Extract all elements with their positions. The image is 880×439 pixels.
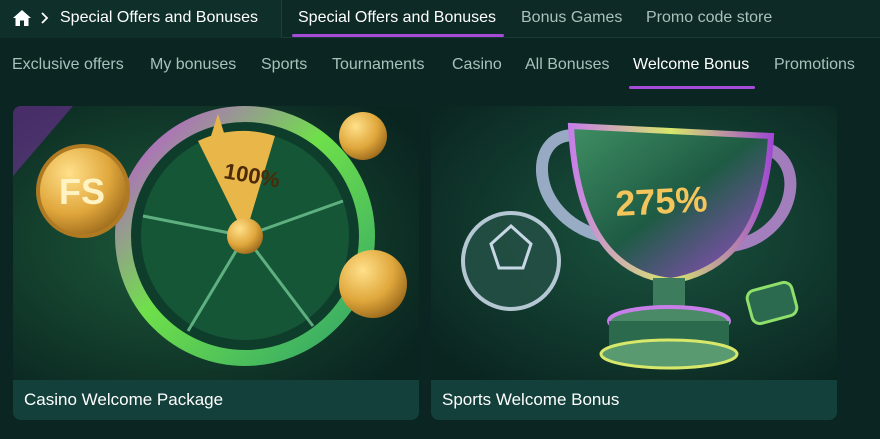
sports-trophy-illustration: 275% xyxy=(431,106,837,380)
bonus-card-casino[interactable]: 100% FS Casino Welcome Package xyxy=(13,106,419,420)
tab-exclusive-offers[interactable]: Exclusive offers xyxy=(12,56,124,74)
chevron-right-icon xyxy=(41,12,49,24)
breadcrumb: Special Offers and Bonuses xyxy=(0,0,282,38)
home-icon[interactable] xyxy=(12,9,32,27)
tab-promotions[interactable]: Promotions xyxy=(774,56,855,74)
breadcrumb-current[interactable]: Special Offers and Bonuses xyxy=(60,9,258,27)
top-navigation: Special Offers and Bonuses Special Offer… xyxy=(0,0,880,38)
card-footer: Sports Welcome Bonus xyxy=(431,380,837,420)
tab-casino[interactable]: Casino xyxy=(452,56,502,74)
casino-wheel-illustration: 100% FS xyxy=(13,106,419,380)
tab-sports[interactable]: Sports xyxy=(261,56,307,74)
top-tab-bonus-games[interactable]: Bonus Games xyxy=(521,9,622,27)
fs-coin-label: FS xyxy=(59,171,105,212)
top-tab-special-offers[interactable]: Special Offers and Bonuses xyxy=(298,9,496,27)
top-tab-promo-code-store[interactable]: Promo code store xyxy=(646,9,772,27)
card-footer: Casino Welcome Package xyxy=(13,380,419,420)
active-subtab-indicator xyxy=(629,86,755,89)
tab-my-bonuses[interactable]: My bonuses xyxy=(150,56,236,74)
tab-all-bonuses[interactable]: All Bonuses xyxy=(525,56,610,74)
tab-welcome-bonus[interactable]: Welcome Bonus xyxy=(633,56,749,74)
bonus-card-sports[interactable]: 275% Sports Welcome Bonus xyxy=(431,106,837,420)
tab-tournaments[interactable]: Tournaments xyxy=(332,56,425,74)
bonus-category-tabs: Exclusive offers My bonuses Sports Tourn… xyxy=(0,39,880,89)
card-title[interactable]: Sports Welcome Bonus xyxy=(442,390,619,410)
card-title[interactable]: Casino Welcome Package xyxy=(24,390,223,410)
trophy-label: 275% xyxy=(614,178,708,224)
active-tab-indicator xyxy=(292,34,504,37)
